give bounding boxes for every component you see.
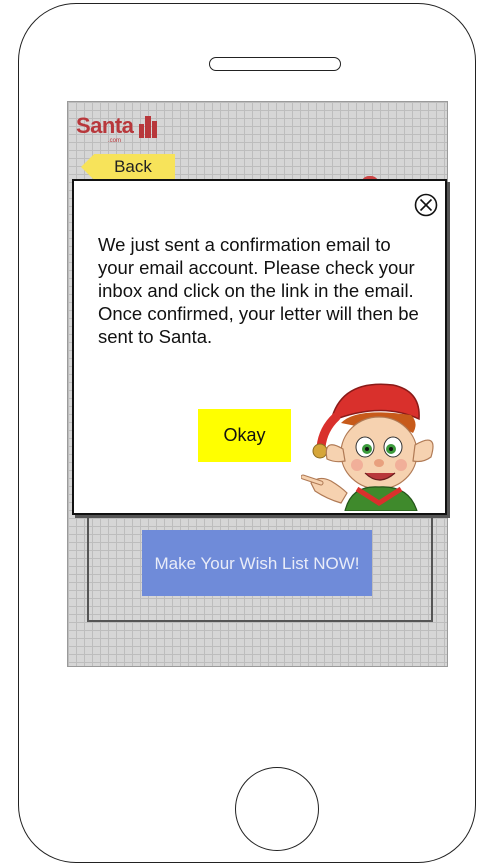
santa-logo[interactable]: Santa .com: [76, 113, 159, 144]
close-circle-icon[interactable]: [414, 193, 438, 217]
phone-speaker: [209, 57, 341, 71]
logo-text: Santa: [76, 113, 134, 138]
back-button[interactable]: Back: [81, 154, 175, 180]
okay-button-label: Okay: [223, 425, 266, 445]
gifts-icon: [137, 116, 159, 138]
modal-message: We just sent a confirmation email to you…: [98, 234, 419, 347]
back-button-label: Back: [114, 157, 152, 176]
okay-button[interactable]: Okay: [198, 409, 291, 462]
home-button[interactable]: [235, 767, 319, 851]
app-mockup: Santa .com Back Make Your Wish List NOW!…: [0, 0, 481, 867]
logo-domain: .com: [108, 138, 122, 144]
make-wish-list-button[interactable]: Make Your Wish List NOW!: [142, 530, 372, 596]
elf-illustration: [301, 383, 434, 511]
wish-button-label: Make Your Wish List NOW!: [154, 553, 360, 573]
confirmation-modal: We just sent a confirmation email to you…: [72, 179, 447, 515]
